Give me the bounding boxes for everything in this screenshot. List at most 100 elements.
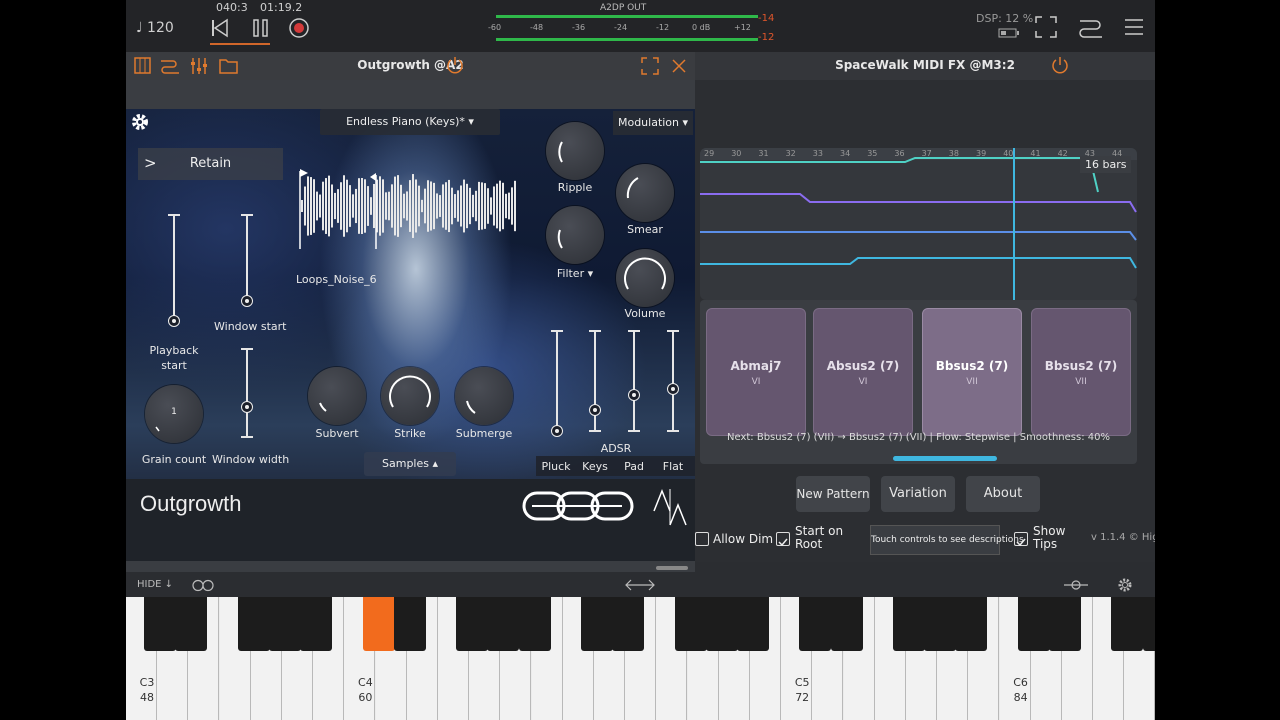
- subvert-knob[interactable]: [308, 367, 366, 425]
- filter-dropdown[interactable]: Filter ▾: [546, 267, 604, 280]
- strike-knob[interactable]: [381, 367, 439, 425]
- slider-cap: [589, 430, 601, 432]
- black-key[interactable]: [612, 597, 645, 651]
- window-start-slider[interactable]: [246, 215, 248, 301]
- tips-hint: Touch controls to see descriptions: [870, 525, 1024, 555]
- waveform-display[interactable]: [296, 161, 526, 251]
- show-tips-checkbox[interactable]: [1014, 532, 1028, 547]
- black-key[interactable]: [300, 597, 333, 651]
- resize-handle[interactable]: [656, 566, 688, 570]
- black-key[interactable]: [1017, 597, 1050, 651]
- expand-icon[interactable]: [641, 57, 659, 75]
- black-key[interactable]: [737, 597, 769, 651]
- variation-button[interactable]: Variation: [881, 476, 955, 512]
- decay-thumb[interactable]: [589, 404, 601, 416]
- adsr-preset-flat[interactable]: Flat: [657, 460, 689, 473]
- chord-card[interactable]: Absus2 (7) VI: [813, 308, 913, 436]
- piano-keyboard[interactable]: C3 48 C4 60 C5 72 C6 84: [126, 597, 1155, 720]
- black-key[interactable]: [269, 597, 301, 651]
- window-width-thumb[interactable]: [241, 401, 253, 413]
- playback-start-thumb[interactable]: [168, 315, 180, 327]
- rewind-icon[interactable]: [210, 18, 230, 38]
- chord-card[interactable]: Abmaj7 VI: [706, 308, 806, 436]
- sustain-slider[interactable]: [633, 331, 635, 431]
- submerge-knob[interactable]: [455, 367, 513, 425]
- black-key[interactable]: [581, 597, 613, 651]
- window-width-slider[interactable]: [246, 349, 248, 437]
- release-slider[interactable]: [672, 331, 674, 431]
- position-display: 040:3: [216, 1, 248, 14]
- black-key[interactable]: [144, 597, 177, 651]
- black-key[interactable]: [799, 597, 832, 651]
- outgrowth-panel: Endless Piano (Keys)* ▾ Modulation ▾ > R…: [126, 109, 695, 531]
- keyboard-toolbar: HIDE ↓: [126, 573, 1155, 597]
- retain-toggle[interactable]: > Retain: [138, 148, 283, 180]
- allow-dim-label: Allow Dim: [713, 532, 774, 546]
- release-thumb[interactable]: [667, 383, 679, 395]
- black-key[interactable]: [893, 597, 925, 651]
- playback-start-slider[interactable]: [173, 215, 175, 325]
- decay-slider[interactable]: [594, 331, 596, 431]
- modulation-dropdown[interactable]: Modulation ▾: [613, 111, 693, 135]
- black-key[interactable]: [705, 597, 738, 651]
- voice-lines: [700, 148, 1137, 300]
- fullscreen-icon[interactable]: [1034, 15, 1058, 39]
- attack-slider[interactable]: [556, 331, 558, 431]
- new-pattern-button[interactable]: New Pattern: [796, 476, 870, 512]
- bars-length-label[interactable]: 16 bars: [1080, 156, 1132, 173]
- black-key-pressed[interactable]: [362, 597, 395, 651]
- attack-thumb[interactable]: [551, 425, 563, 437]
- outgrowth-plugin-window: Outgrowth @A2 Endless Piano (Keys)* ▾ Mo…: [126, 52, 695, 572]
- retain-label: Retain: [189, 156, 232, 171]
- chord-card[interactable]: Bbsus2 (7) VII: [1031, 308, 1131, 436]
- preset-selector[interactable]: Endless Piano (Keys)* ▾: [320, 109, 500, 135]
- menu-icon[interactable]: [1123, 16, 1145, 38]
- black-key[interactable]: [456, 597, 489, 651]
- adsr-preset-pad[interactable]: Pad: [618, 460, 650, 473]
- black-key[interactable]: [487, 597, 520, 651]
- gear-icon[interactable]: [129, 111, 151, 133]
- ripple-knob[interactable]: [546, 122, 604, 180]
- window-start-thumb[interactable]: [241, 295, 253, 307]
- smear-knob[interactable]: [616, 164, 674, 222]
- chord-card-active[interactable]: Bbsus2 (7) VII: [922, 308, 1022, 436]
- record-icon[interactable]: [288, 17, 310, 39]
- black-key[interactable]: [518, 597, 551, 651]
- black-key[interactable]: [1111, 597, 1144, 651]
- black-key[interactable]: [924, 597, 957, 651]
- velocity-icon[interactable]: [1062, 578, 1090, 592]
- adsr-preset-keys[interactable]: Keys: [579, 460, 611, 473]
- samples-button[interactable]: Samples ▴: [364, 452, 456, 476]
- scroll-indicator[interactable]: [893, 456, 997, 461]
- developer-logo: [522, 491, 634, 521]
- black-key[interactable]: [1142, 597, 1155, 651]
- volume-knob[interactable]: [616, 249, 674, 307]
- black-key[interactable]: [393, 597, 426, 651]
- power-icon[interactable]: [1051, 56, 1069, 74]
- adsr-preset-pluck[interactable]: Pluck: [540, 460, 572, 473]
- grain-count-knob[interactable]: 1: [145, 385, 203, 443]
- pause-icon[interactable]: [251, 18, 271, 38]
- black-key[interactable]: [955, 597, 988, 651]
- allow-dim-checkbox[interactable]: [695, 532, 709, 546]
- sustain-thumb[interactable]: [628, 389, 640, 401]
- scroll-keys-icon[interactable]: [624, 578, 656, 592]
- chord-name: Bbsus2 (7): [935, 359, 1009, 373]
- strike-label: Strike: [394, 427, 426, 440]
- filter-knob[interactable]: [546, 206, 604, 264]
- start-on-root-checkbox[interactable]: [776, 532, 790, 547]
- black-key[interactable]: [237, 597, 270, 651]
- close-icon[interactable]: [671, 58, 687, 74]
- power-icon[interactable]: [446, 56, 464, 74]
- gear-icon[interactable]: [1117, 577, 1133, 593]
- tempo-display[interactable]: ♩ 120: [136, 20, 174, 36]
- routing-icon[interactable]: [1078, 15, 1104, 39]
- black-key[interactable]: [674, 597, 707, 651]
- black-key[interactable]: [175, 597, 208, 651]
- black-key[interactable]: [830, 597, 863, 651]
- black-key[interactable]: [1049, 597, 1081, 651]
- about-button[interactable]: About: [966, 476, 1040, 512]
- voice-lead-timeline[interactable]: 29 30 31 32 33 34 35 36 37 38 39 40 41 42 43 44 16 bars: [700, 148, 1137, 300]
- link-icon[interactable]: [191, 579, 217, 592]
- hide-keyboard-button[interactable]: HIDE ↓: [137, 579, 173, 590]
